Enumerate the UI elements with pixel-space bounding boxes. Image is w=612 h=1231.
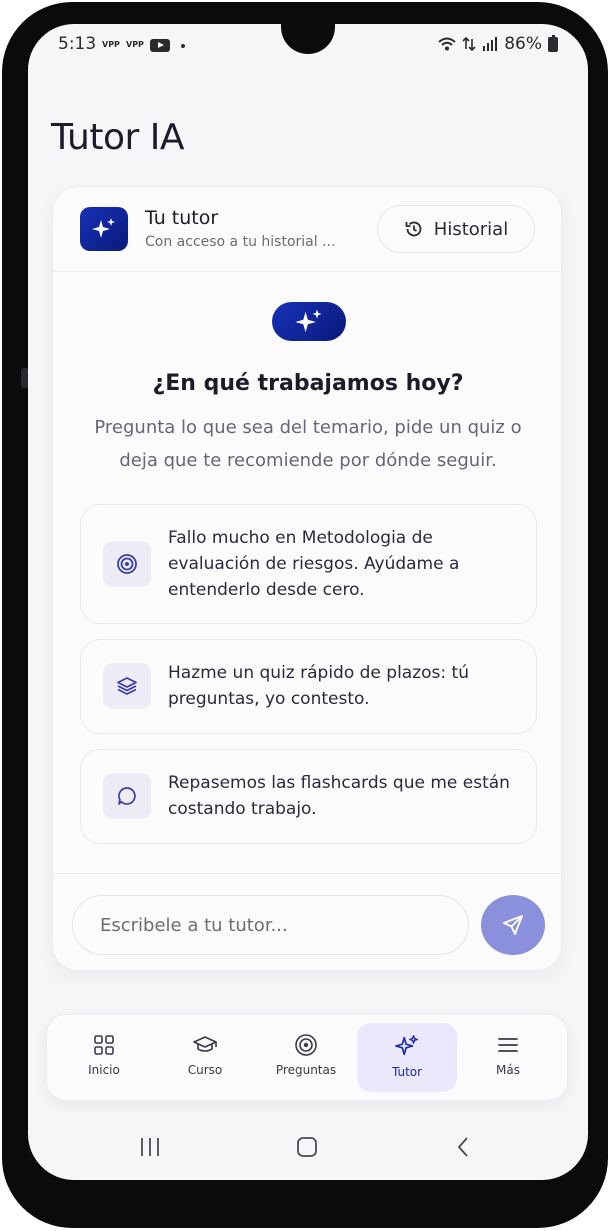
- hero-title: ¿En qué trabajamos hoy?: [152, 371, 464, 396]
- history-icon: [405, 221, 422, 237]
- status-time: 5:13: [58, 34, 97, 54]
- nav-label: Preguntas: [275, 1063, 337, 1077]
- system-navigation-bar: [28, 1116, 588, 1180]
- back-icon[interactable]: [452, 1136, 476, 1158]
- recent-apps-icon[interactable]: [138, 1136, 162, 1158]
- target-icon: [295, 1034, 317, 1056]
- suggestion-card[interactable]: Fallo mucho en Metodologia de evaluación…: [80, 504, 537, 624]
- history-button-label: Historial: [433, 218, 509, 240]
- tutor-chat-card: Tu tutor Con acceso a tu historial ... H…: [52, 186, 563, 972]
- nav-item-tutor[interactable]: Tutor: [357, 1023, 457, 1092]
- nav-item-curso[interactable]: Curso: [155, 1023, 255, 1092]
- nav-item-mas[interactable]: Más: [458, 1023, 558, 1092]
- status-bar: 5:13 VPP VPP 86%: [28, 24, 588, 68]
- sparkles-icon: [272, 302, 346, 341]
- vpn-indicator: VPP: [102, 40, 120, 49]
- sparkles-icon: [80, 207, 128, 251]
- layers-icon: [103, 663, 151, 709]
- suggestion-card[interactable]: Hazme un quiz rápido de plazos: tú pregu…: [80, 639, 537, 734]
- tutor-header: Tu tutor Con acceso a tu historial ... H…: [53, 187, 563, 272]
- battery-percent: 86%: [504, 34, 542, 54]
- nav-item-preguntas[interactable]: Preguntas: [256, 1023, 356, 1092]
- status-right: 86%: [438, 34, 558, 54]
- wifi-icon: [438, 37, 456, 51]
- youtube-icon: [150, 39, 170, 52]
- history-button[interactable]: Historial: [377, 205, 535, 253]
- target-icon: [103, 541, 151, 587]
- grid-icon: [94, 1035, 114, 1055]
- sparkles-icon: [395, 1035, 418, 1056]
- data-transfer-icon: [462, 37, 476, 51]
- nav-label: Más: [496, 1063, 520, 1077]
- nav-label: Tutor: [391, 1065, 423, 1079]
- battery-icon: [548, 34, 558, 52]
- bottom-navigation: Inicio Curso Preguntas Tutor Más: [46, 1014, 568, 1101]
- suggestion-text: Repasemos las flashcards que me están co…: [168, 773, 510, 819]
- nav-item-inicio[interactable]: Inicio: [54, 1023, 154, 1092]
- home-icon[interactable]: [295, 1136, 319, 1158]
- tutor-subtitle: Con acceso a tu historial ...: [145, 234, 336, 250]
- nav-label: Curso: [187, 1063, 223, 1077]
- page-title: Tutor IA: [51, 117, 184, 158]
- composer: [53, 873, 563, 972]
- camera-notch: [281, 24, 335, 54]
- nav-label: Inicio: [88, 1063, 120, 1077]
- graduation-cap-icon: [193, 1036, 217, 1052]
- hero-description: Pregunta lo que sea del temario, pide un…: [94, 417, 522, 471]
- menu-icon: [498, 1038, 518, 1052]
- message-input[interactable]: [72, 895, 469, 955]
- suggestion-text: Hazme un quiz rápido de plazos: tú pregu…: [168, 663, 469, 709]
- chat-bubble-icon: [103, 773, 151, 819]
- send-icon: [503, 915, 523, 935]
- screen: 5:13 VPP VPP 86% Tutor IA Tu tutor Con a…: [28, 24, 588, 1180]
- phone-frame: 5:13 VPP VPP 86% Tutor IA Tu tutor Con a…: [2, 2, 608, 1228]
- notification-dot-icon: [181, 44, 185, 48]
- suggestion-card[interactable]: Repasemos las flashcards que me están co…: [80, 749, 537, 844]
- suggestion-text: Fallo mucho en Metodologia de evaluación…: [168, 528, 460, 600]
- vpn-indicator: VPP: [126, 40, 144, 49]
- signal-icon: [483, 37, 498, 51]
- tutor-name: Tu tutor: [145, 207, 219, 229]
- send-button[interactable]: [481, 895, 545, 955]
